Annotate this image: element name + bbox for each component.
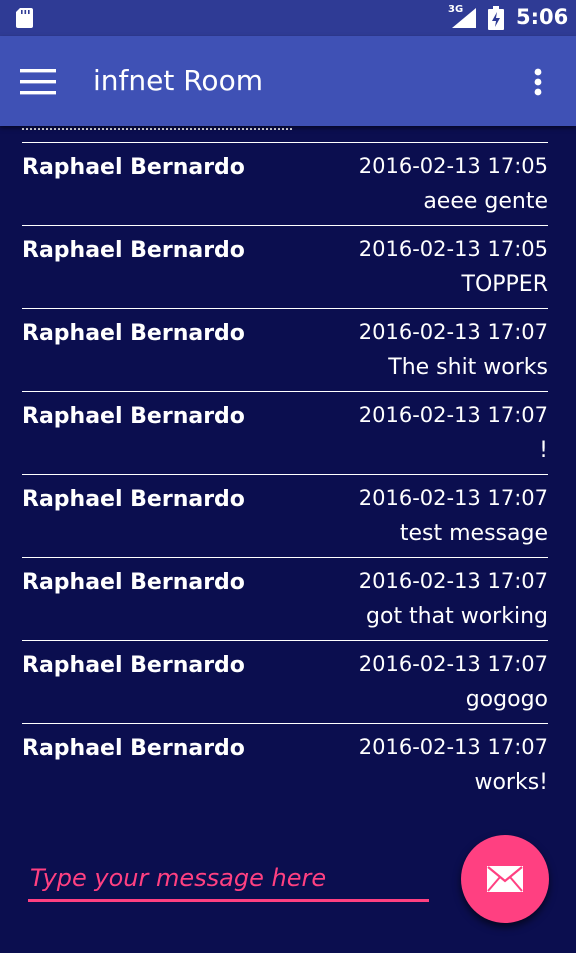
message-timestamp: 2016-02-13 17:07 [358, 403, 548, 427]
message-item: Raphael Bernardo 2016-02-13 17:07 The sh… [22, 308, 548, 391]
message-author: Raphael Bernardo [22, 321, 245, 346]
message-author: Raphael Bernardo [22, 653, 245, 678]
message-list[interactable]: Raphael Bernardo 2016-02-13 17:05 aeee g… [0, 126, 576, 826]
status-time: 5:06 [516, 5, 569, 29]
message-text: gogogo [465, 687, 548, 712]
message-author: Raphael Bernardo [22, 238, 245, 263]
message-item: Raphael Bernardo 2016-02-13 17:07 ! [22, 391, 548, 474]
hamburger-menu-icon[interactable] [20, 65, 60, 99]
message-timestamp: 2016-02-13 17:05 [358, 237, 548, 261]
message-text: ! [539, 438, 548, 463]
message-author: Raphael Bernardo [22, 404, 245, 429]
envelope-icon [487, 866, 523, 892]
send-button[interactable] [461, 835, 549, 923]
previous-message-fragment [22, 126, 292, 130]
message-author: Raphael Bernardo [22, 570, 245, 595]
message-timestamp: 2016-02-13 17:05 [358, 154, 548, 178]
message-text: The shit works [388, 355, 548, 380]
message-text: works! [474, 770, 548, 795]
message-author: Raphael Bernardo [22, 155, 245, 180]
message-timestamp: 2016-02-13 17:07 [358, 652, 548, 676]
sd-card-icon [16, 8, 33, 28]
message-item: Raphael Bernardo 2016-02-13 17:07 works! [22, 723, 548, 806]
message-author: Raphael Bernardo [22, 487, 245, 512]
battery-charging-icon [488, 6, 504, 30]
more-vert-icon[interactable] [526, 64, 550, 100]
message-text: TOPPER [461, 272, 548, 297]
status-bar: 3G 5:06 [0, 0, 576, 36]
message-text: got that working [366, 604, 548, 629]
message-text: aeee gente [423, 189, 548, 214]
message-item: Raphael Bernardo 2016-02-13 17:05 TOPPER [22, 225, 548, 308]
message-timestamp: 2016-02-13 17:07 [358, 486, 548, 510]
message-item: Raphael Bernardo 2016-02-13 17:07 test m… [22, 474, 548, 557]
message-timestamp: 2016-02-13 17:07 [358, 569, 548, 593]
message-text: test message [399, 521, 548, 546]
message-item: Raphael Bernardo 2016-02-13 17:05 aeee g… [22, 142, 548, 225]
message-input[interactable] [28, 856, 429, 902]
app-title: infnet Room [93, 64, 263, 97]
message-timestamp: 2016-02-13 17:07 [358, 320, 548, 344]
message-timestamp: 2016-02-13 17:07 [358, 735, 548, 759]
message-author: Raphael Bernardo [22, 736, 245, 761]
message-item: Raphael Bernardo 2016-02-13 17:07 gogogo [22, 640, 548, 723]
signal-icon [452, 8, 476, 28]
message-item: Raphael Bernardo 2016-02-13 17:07 got th… [22, 557, 548, 640]
app-bar: infnet Room [0, 36, 576, 126]
